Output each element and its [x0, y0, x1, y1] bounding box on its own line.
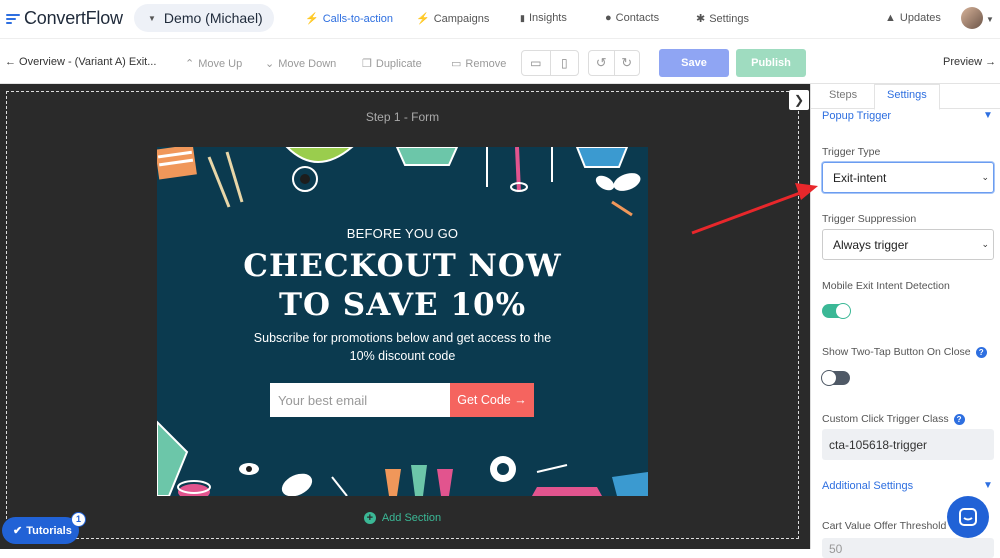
- chevron-right-icon: ❯: [793, 93, 805, 107]
- bell-icon: ▲: [885, 12, 896, 24]
- device-toggle: ▭ ▯: [521, 50, 579, 76]
- account-label: Demo (Michael): [163, 10, 263, 26]
- logo-text: ConvertFlow: [24, 8, 123, 28]
- mobile-exit-label: Mobile Exit Intent Detection: [822, 280, 950, 292]
- nav-campaigns[interactable]: ⚡ Campaigns: [416, 12, 490, 26]
- chat-icon: [959, 508, 977, 526]
- logo-icon: [6, 13, 20, 25]
- trigger-suppression-label: Trigger Suppression: [822, 213, 917, 225]
- two-tap-toggle[interactable]: [821, 370, 850, 386]
- trigger-type-select[interactable]: Exit-intent ⌄: [822, 162, 994, 193]
- move-up-button[interactable]: ⌃ Move Up: [185, 57, 243, 71]
- avatar[interactable]: [961, 7, 983, 29]
- popup-subtext: Subscribe for promotions below and get a…: [253, 331, 552, 363]
- help-icon[interactable]: ?: [953, 413, 965, 425]
- section-popup-trigger[interactable]: Popup Trigger: [822, 110, 891, 122]
- trigger-type-label: Trigger Type: [822, 146, 881, 158]
- tab-steps[interactable]: Steps: [829, 89, 857, 101]
- mobile-exit-toggle[interactable]: [822, 303, 851, 319]
- chevron-down-icon[interactable]: ▼: [983, 480, 993, 491]
- nav-label: Contacts: [615, 12, 660, 24]
- step-label: Step 1 - Form: [365, 110, 440, 124]
- chevron-up-icon: ⌃: [185, 58, 195, 70]
- chat-button[interactable]: [947, 496, 989, 538]
- add-section-label: Add Section: [381, 512, 442, 524]
- settings-sidebar: Steps Settings Popup Trigger ▼ Trigger T…: [810, 84, 1000, 558]
- move-down-button[interactable]: ⌄ Move Down: [265, 57, 337, 71]
- tab-settings[interactable]: Settings: [887, 89, 927, 101]
- editor-canvas: Step 1 - Form BEFORE YOU GO CHECKOUT NOW…: [0, 84, 810, 549]
- mobile-icon[interactable]: ▯: [551, 51, 579, 75]
- help-icon[interactable]: ?: [975, 346, 987, 358]
- nav-updates[interactable]: ▲ Updates: [885, 12, 941, 24]
- nav-insights[interactable]: ▮ Insights: [520, 12, 567, 24]
- account-switcher[interactable]: ▼ Demo (Michael): [134, 4, 274, 32]
- nav-label: Campaigns: [433, 12, 490, 25]
- sidebar-tabs: Steps Settings: [811, 84, 1000, 110]
- trash-icon: ▭: [451, 58, 462, 70]
- tutorials-button[interactable]: ✔ Tutorials: [2, 517, 79, 544]
- button-label: Move Up: [198, 57, 243, 70]
- chevron-down-icon[interactable]: ▼: [986, 15, 994, 24]
- nav-contacts[interactable]: ● Contacts: [605, 12, 659, 24]
- bar-chart-icon: ▮: [520, 12, 525, 23]
- nav-calls-to-action[interactable]: ⚡ Calls-to-action: [305, 12, 394, 26]
- headline-line-1: CHECKOUT NOW: [243, 248, 562, 284]
- custom-class-input[interactable]: cta-105618-trigger: [822, 429, 994, 460]
- headline-line-2: TO SAVE 10%: [278, 287, 527, 323]
- tutorials-label: Tutorials: [26, 524, 72, 537]
- button-label: Remove: [465, 57, 507, 70]
- nav-label: Insights: [528, 12, 567, 24]
- logo[interactable]: ConvertFlow: [6, 8, 123, 29]
- user-icon: ●: [605, 12, 612, 24]
- nav-settings[interactable]: ✱ Settings: [696, 12, 749, 26]
- copy-icon: ❐: [362, 58, 372, 70]
- top-navbar: ConvertFlow ▼ Demo (Michael) ⚡ Calls-to-a…: [0, 0, 1000, 38]
- duplicate-button[interactable]: ❐ Duplicate: [362, 57, 422, 71]
- custom-class-label: Custom Click Trigger Class?: [822, 413, 965, 425]
- collapse-sidebar-button[interactable]: ❯: [789, 90, 809, 110]
- undo-icon[interactable]: ↺: [589, 51, 615, 75]
- remove-button[interactable]: ▭ Remove: [451, 57, 507, 71]
- plus-icon: +: [363, 512, 376, 524]
- cart-value-label: Cart Value Offer Threshold: [822, 520, 947, 532]
- history-controls: ↺ ↻: [588, 50, 640, 76]
- gear-icon: ✱: [696, 13, 706, 25]
- email-input[interactable]: Your best email: [270, 383, 450, 417]
- section-additional-settings[interactable]: Additional Settings: [822, 480, 913, 492]
- bolt-icon: ⚡: [305, 13, 319, 25]
- bolt-icon: ⚡: [416, 13, 430, 25]
- desktop-icon[interactable]: ▭: [522, 51, 551, 75]
- chevron-down-icon: ▼: [148, 13, 156, 23]
- button-label: Move Down: [278, 57, 337, 70]
- nav-label: Settings: [709, 12, 749, 25]
- breadcrumb[interactable]: ← Overview - (Variant A) Exit...: [5, 56, 156, 68]
- chevron-down-icon: ⌄: [981, 172, 989, 182]
- check-icon: ✔: [13, 525, 23, 537]
- select-value: Always trigger: [833, 237, 909, 252]
- popup-headline: CHECKOUT NOW TO SAVE 10%: [157, 247, 648, 325]
- button-label: Duplicate: [375, 57, 422, 70]
- editor-toolbar: ← Overview - (Variant A) Exit... ⌃ Move U…: [0, 38, 1000, 84]
- redo-icon[interactable]: ↻: [615, 51, 640, 75]
- publish-button[interactable]: Publish: [736, 49, 806, 77]
- add-section-button[interactable]: + Add Section: [0, 512, 805, 524]
- email-form: Your best email Get Code →: [270, 383, 534, 417]
- nav-label: Calls-to-action: [322, 12, 394, 25]
- select-value: Exit-intent: [833, 170, 887, 185]
- chevron-down-icon: ⌄: [981, 239, 989, 249]
- cart-value-input[interactable]: 50: [822, 538, 994, 558]
- notification-badge: 1: [71, 512, 86, 527]
- chevron-down-icon: ⌄: [265, 58, 275, 70]
- trigger-suppression-select[interactable]: Always trigger ⌄: [822, 229, 994, 260]
- preview-link[interactable]: Preview →: [943, 56, 996, 68]
- popup-form[interactable]: BEFORE YOU GO CHECKOUT NOW TO SAVE 10% S…: [157, 147, 648, 496]
- nav-label: Updates: [899, 12, 941, 24]
- popup-eyebrow: BEFORE YOU GO: [346, 226, 459, 241]
- get-code-button[interactable]: Get Code →: [450, 383, 534, 417]
- chevron-down-icon[interactable]: ▼: [983, 110, 993, 121]
- save-button[interactable]: Save: [659, 49, 729, 77]
- two-tap-label: Show Two-Tap Button On Close?: [822, 346, 987, 358]
